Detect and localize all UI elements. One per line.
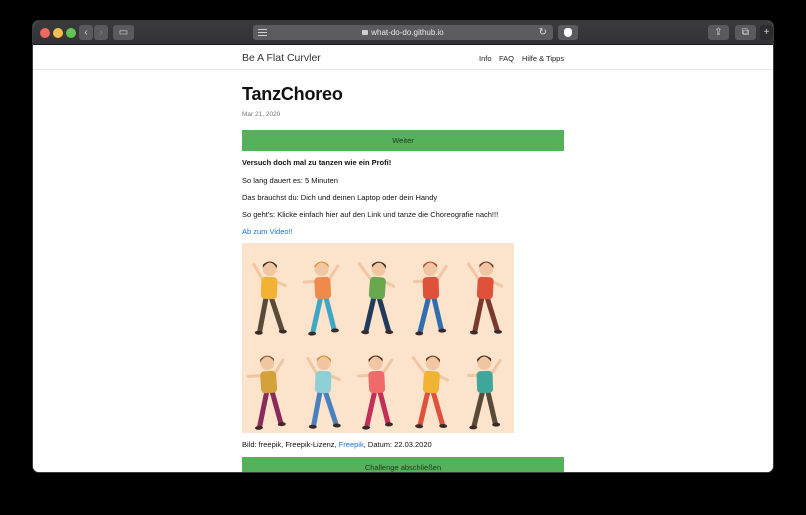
- back-button[interactable]: ‹: [79, 25, 93, 40]
- post-title: TanzChoreo: [242, 84, 343, 104]
- lock-icon: [362, 30, 369, 35]
- new-tab-icon[interactable]: +: [760, 25, 773, 40]
- browser-toolbar: ‹ › ▭ what-do-do.github.io ↻ ⇪ ⧉ +: [33, 21, 773, 45]
- post-date: Mar 21, 2020: [242, 111, 281, 118]
- browser-window: ‹ › ▭ what-do-do.github.io ↻ ⇪ ⧉ + Be A …: [33, 21, 773, 472]
- dancer-figure: [246, 355, 286, 430]
- site-title[interactable]: Be A Flat Curvler: [242, 52, 321, 64]
- web-page: Be A Flat Curvler Info FAQ Hilfe & Tipps…: [33, 46, 773, 472]
- dancer-figure: [411, 355, 450, 429]
- dancer-figure: [467, 355, 502, 430]
- dancer-figure: [306, 355, 341, 429]
- site-header: Be A Flat Curvler Info FAQ Hilfe & Tipps: [33, 46, 773, 70]
- dancer-figure: [356, 355, 394, 430]
- tabs-overview-icon[interactable]: ⧉: [735, 25, 756, 40]
- zoom-window-button[interactable]: [66, 28, 76, 38]
- nav-link-faq[interactable]: FAQ: [499, 54, 514, 63]
- minimize-window-button[interactable]: [53, 28, 63, 38]
- dancers-image: [246, 261, 503, 430]
- freepik-link[interactable]: Freepik: [339, 440, 364, 449]
- sidebar-toggle-icon[interactable]: ▭: [113, 25, 134, 40]
- reload-icon[interactable]: ↻: [539, 25, 547, 40]
- url-text: what-do-do.github.io: [371, 28, 444, 37]
- dancer-figure: [357, 261, 396, 335]
- forward-button[interactable]: ›: [94, 25, 108, 40]
- nav-link-info[interactable]: Info: [479, 54, 492, 63]
- dancer-figure: [413, 261, 448, 336]
- reader-menu-icon[interactable]: [258, 29, 267, 36]
- address-bar[interactable]: what-do-do.github.io ↻: [253, 25, 553, 40]
- duration-text: So lang dauert es: 5 Minuten: [242, 176, 338, 185]
- video-link[interactable]: Ab zum Video!!: [242, 227, 293, 236]
- dancers-illustration: [242, 243, 514, 433]
- finish-challenge-button[interactable]: Challenge abschließen: [242, 457, 564, 472]
- dancer-figure: [302, 261, 340, 336]
- extension-shield-icon[interactable]: [558, 25, 578, 40]
- close-window-button[interactable]: [40, 28, 50, 38]
- howto-text: So geht's: Klicke einfach hier auf den L…: [242, 210, 499, 219]
- dancer-figure: [466, 261, 503, 335]
- image-credit: Bild: freepik, Freepik-Lizenz, Freepik, …: [242, 440, 432, 449]
- needs-text: Das brauchst du: Dich und deinen Laptop …: [242, 193, 438, 202]
- post-headline: Versuch doch mal zu tanzen wie ein Profi…: [242, 158, 392, 167]
- dancer-figure: [252, 261, 287, 335]
- credit-prefix: Bild: freepik, Freepik-Lizenz,: [242, 440, 339, 449]
- credit-suffix: , Datum: 22.03.2020: [363, 440, 432, 449]
- nav-link-hilfe[interactable]: Hilfe & Tipps: [522, 54, 564, 63]
- next-button[interactable]: Weiter: [242, 130, 564, 151]
- share-icon[interactable]: ⇪: [708, 25, 729, 40]
